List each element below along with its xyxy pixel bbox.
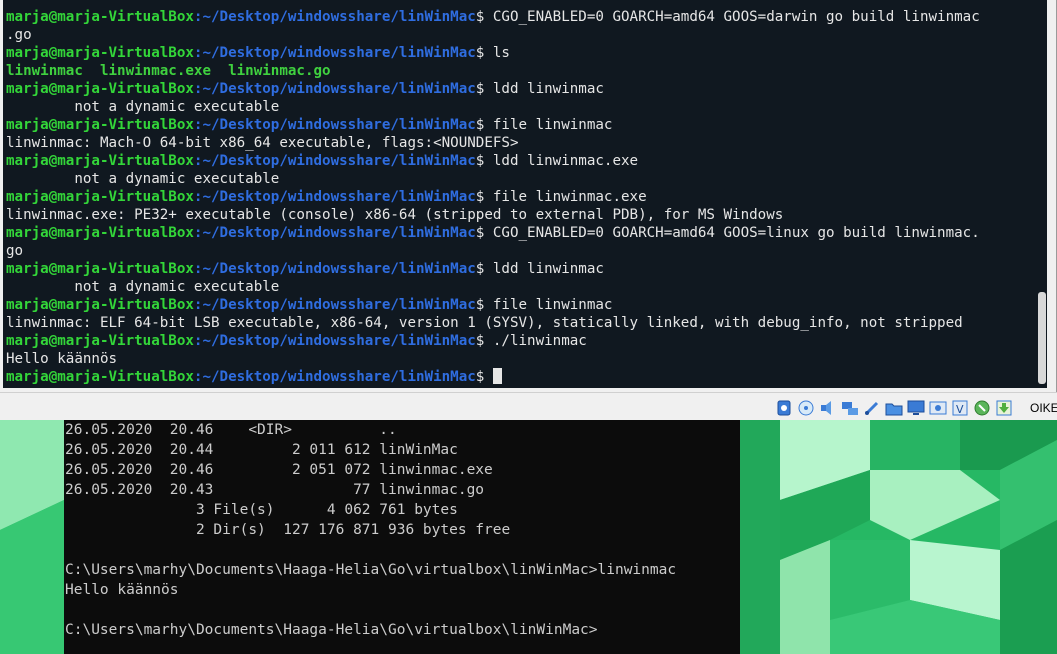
terminal-output-line: not a dynamic executable [6, 279, 280, 295]
cmd-line: 26.05.2020 20.44 2 011 612 linWinMac [65, 442, 458, 458]
command-text: ldd linwinmac [484, 81, 604, 97]
command-text: ldd linwinmac.exe [484, 153, 639, 169]
prompt-user: marja@marja-VirtualBox [6, 369, 194, 385]
terminal-prompt-line: marja@marja-VirtualBox:~/Desktop/windows… [6, 296, 1036, 314]
cmd-line: 26.05.2020 20.43 77 linwinmac.go [65, 482, 485, 498]
terminal-output-line: linwinmac: ELF 64-bit LSB executable, x8… [6, 315, 963, 331]
prompt-user: marja@marja-VirtualBox [6, 117, 194, 133]
display-icon[interactable] [906, 398, 926, 418]
shared-folders-icon[interactable] [884, 398, 904, 418]
cmd-line: 26.05.2020 20.46 2 051 072 linwinmac.exe [65, 462, 493, 478]
prompt-user: marja@marja-VirtualBox [6, 81, 194, 97]
command-text: CGO_ENABLED=0 GOARCH=amd64 GOOS=darwin g… [484, 9, 980, 25]
text-cursor [492, 368, 502, 384]
terminal-output-line: not a dynamic executable [6, 171, 280, 187]
terminal-prompt-line: marja@marja-VirtualBox:~/Desktop/windows… [6, 8, 1036, 26]
terminal-output-line: linwinmac: Mach-O 64-bit x86_64 executab… [6, 135, 519, 151]
cmd-line [64, 600, 740, 620]
svg-text:V: V [956, 403, 964, 416]
prompt-user: marja@marja-VirtualBox [6, 45, 194, 61]
vm-screen[interactable]: marja@marja-VirtualBox:~/Desktop/windows… [3, 0, 1047, 388]
prompt-user: marja@marja-VirtualBox [6, 189, 194, 205]
command-text: ldd linwinmac [484, 261, 604, 277]
cmd-line: C:\Users\marhy\Documents\Haaga-Helia\Go\… [65, 562, 677, 578]
prompt-user: marja@marja-VirtualBox [6, 261, 194, 277]
command-text [484, 369, 493, 385]
terminal-prompt-line: marja@marja-VirtualBox:~/Desktop/windows… [6, 80, 1036, 98]
prompt-user: marja@marja-VirtualBox [6, 9, 194, 25]
optical-drive-icon[interactable] [796, 398, 816, 418]
cmd-line: C:\Users\marhy\Documents\Haaga-Helia\Go\… [65, 622, 598, 638]
prompt-path: :~/Desktop/windowsshare/linWinMac [193, 225, 476, 241]
prompt-path: :~/Desktop/windowsshare/linWinMac [193, 9, 476, 25]
prompt-user: marja@marja-VirtualBox [6, 225, 194, 241]
cmd-line [64, 540, 740, 560]
status-icons: V [774, 397, 1014, 419]
prompt-path: :~/Desktop/windowsshare/linWinMac [193, 333, 476, 349]
virtualization-icon[interactable]: V [950, 398, 970, 418]
prompt-path: :~/Desktop/windowsshare/linWinMac [193, 189, 476, 205]
command-text: file linwinmac [484, 297, 613, 313]
scrollbar-thumb[interactable] [1038, 292, 1046, 384]
hard-disk-icon[interactable] [774, 398, 794, 418]
terminal-output-line: go [6, 243, 24, 259]
network-icon[interactable] [840, 398, 860, 418]
terminal-prompt-line: marja@marja-VirtualBox:~/Desktop/windows… [6, 260, 1036, 278]
command-text: ls [484, 45, 510, 61]
prompt-user: marja@marja-VirtualBox [6, 333, 194, 349]
prompt-path: :~/Desktop/windowsshare/linWinMac [193, 261, 476, 277]
terminal-prompt-line: marja@marja-VirtualBox:~/Desktop/windows… [6, 224, 1036, 242]
terminal-output-line: Hello käännös [6, 351, 118, 367]
cmd-line: 2 Dir(s) 127 176 871 936 bytes free [65, 522, 511, 538]
terminal-scrollbar[interactable] [1036, 0, 1047, 388]
terminal-prompt-line: marja@marja-VirtualBox:~/Desktop/windows… [6, 152, 1036, 170]
host-key-label: OIKE [1030, 401, 1057, 415]
mouse-integration-icon[interactable] [972, 398, 992, 418]
linux-terminal[interactable]: marja@marja-VirtualBox:~/Desktop/windows… [6, 8, 1036, 386]
prompt-path: :~/Desktop/windowsshare/linWinMac [193, 153, 476, 169]
terminal-prompt-line: marja@marja-VirtualBox:~/Desktop/windows… [6, 188, 1036, 206]
prompt-path: :~/Desktop/windowsshare/linWinMac [193, 297, 476, 313]
prompt-path: :~/Desktop/windowsshare/linWinMac [193, 117, 476, 133]
cmd-line: 3 File(s) 4 062 761 bytes [65, 502, 458, 518]
audio-icon[interactable] [818, 398, 838, 418]
command-text: CGO_ENABLED=0 GOARCH=amd64 GOOS=linux go… [484, 225, 980, 241]
command-text: file linwinmac.exe [484, 189, 647, 205]
command-text: file linwinmac [484, 117, 613, 133]
command-text: ./linwinmac [484, 333, 587, 349]
terminal-output-line: linwinmac.exe: PE32+ executable (console… [6, 207, 784, 223]
prompt-path: :~/Desktop/windowsshare/linWinMac [193, 81, 476, 97]
cmd-window[interactable]: 26.05.2020 20.46 <DIR> .. 26.05.2020 20.… [64, 418, 740, 654]
prompt-user: marja@marja-VirtualBox [6, 153, 194, 169]
ls-output-line: linwinmac linwinmac.exe linwinmac.go [6, 63, 331, 79]
prompt-path: :~/Desktop/windowsshare/linWinMac [193, 45, 476, 61]
terminal-prompt-line: marja@marja-VirtualBox:~/Desktop/windows… [6, 332, 1036, 350]
recording-icon[interactable] [928, 398, 948, 418]
cmd-line: Hello käännös [65, 582, 179, 598]
usb-icon[interactable] [862, 398, 882, 418]
cmd-line: 26.05.2020 20.46 <DIR> .. [65, 422, 397, 438]
prompt-path: :~/Desktop/windowsshare/linWinMac [193, 369, 476, 385]
terminal-output-line: .go [6, 27, 32, 43]
terminal-prompt-line: marja@marja-VirtualBox:~/Desktop/windows… [6, 44, 1036, 62]
prompt-user: marja@marja-VirtualBox [6, 297, 194, 313]
terminal-prompt-line: marja@marja-VirtualBox:~/Desktop/windows… [6, 368, 1036, 386]
terminal-prompt-line: marja@marja-VirtualBox:~/Desktop/windows… [6, 116, 1036, 134]
virtualbox-window[interactable]: marja@marja-VirtualBox:~/Desktop/windows… [0, 0, 1057, 420]
terminal-output-line: not a dynamic executable [6, 99, 280, 115]
vbox-statusbar: V OIKE [0, 392, 1057, 420]
arrow-down-icon[interactable] [994, 398, 1014, 418]
